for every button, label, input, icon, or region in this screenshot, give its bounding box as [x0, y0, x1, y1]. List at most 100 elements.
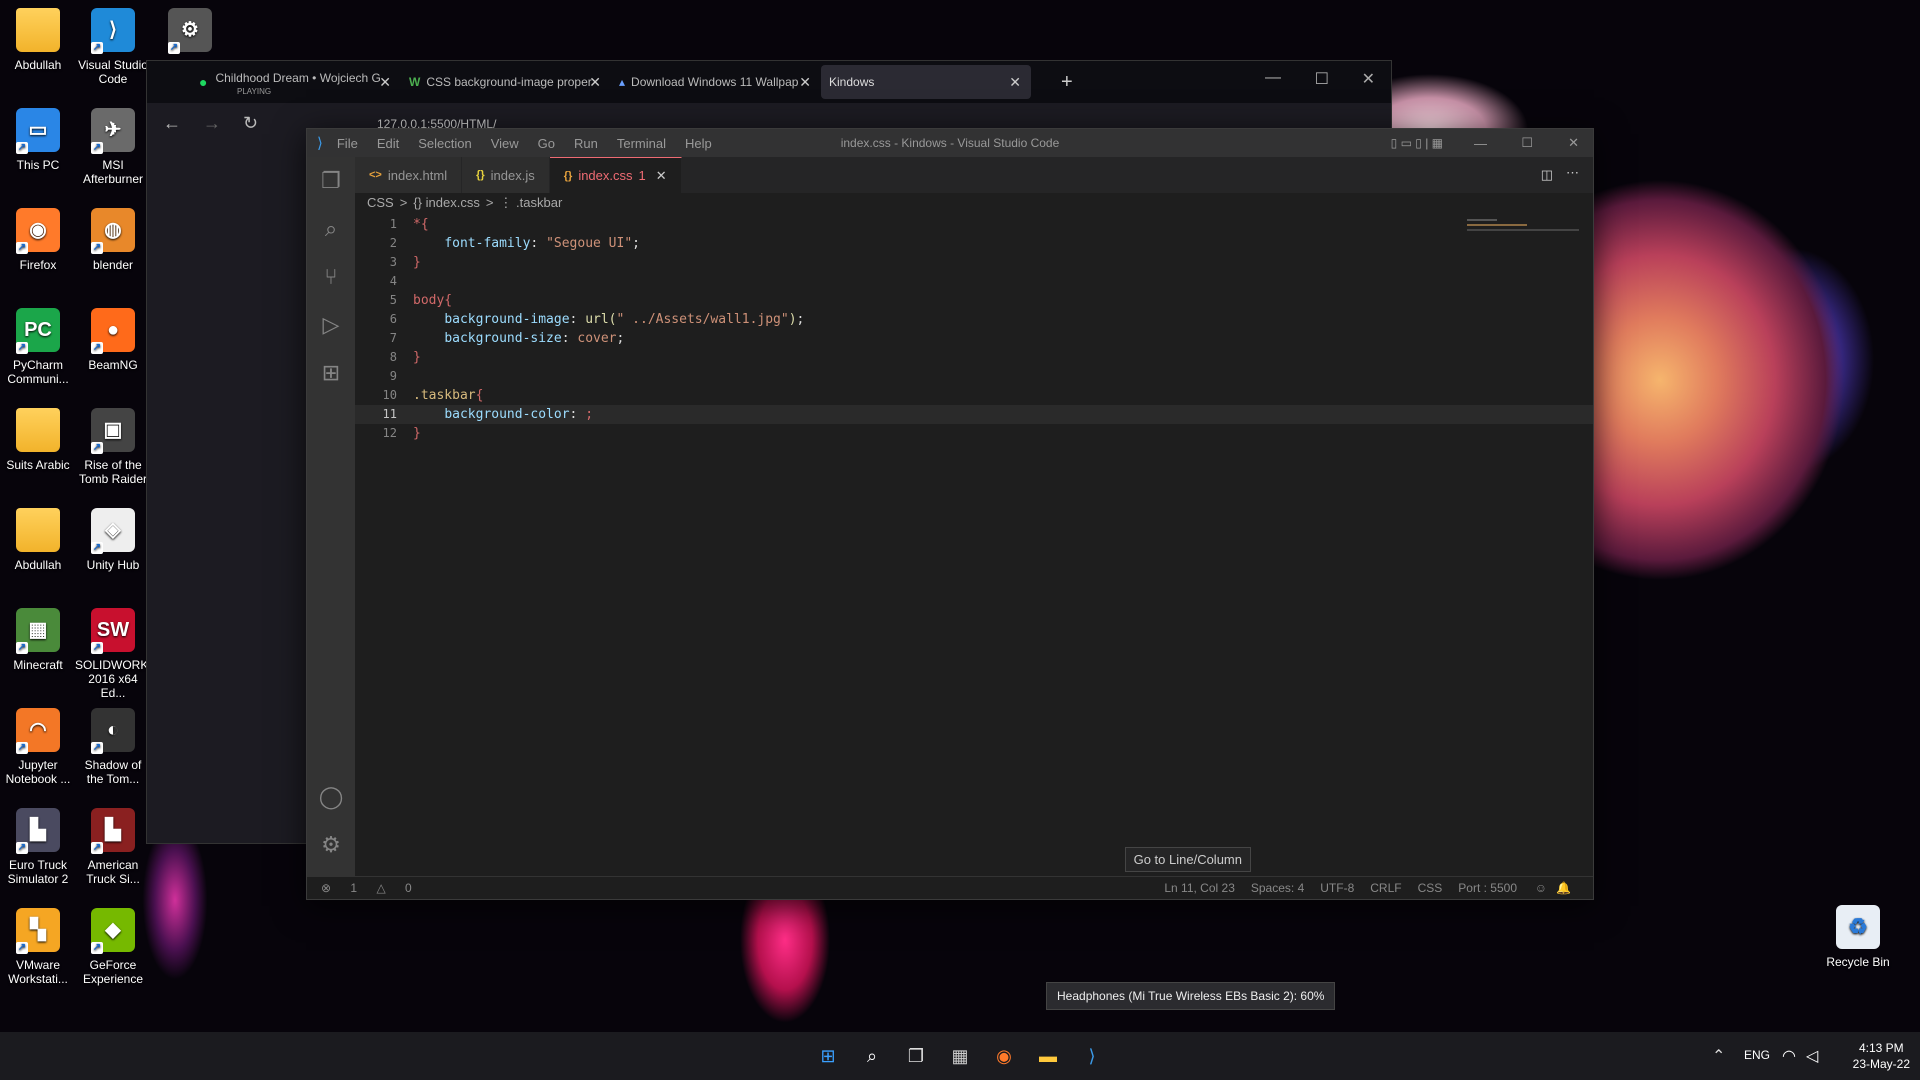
desktop-icon[interactable]: Abdullah — [0, 508, 76, 572]
desktop-icon[interactable]: ◉ ↗ Firefox — [0, 208, 76, 272]
desktop-icon[interactable]: ▣ ↗ Rise of the Tomb Raider — [75, 408, 151, 486]
desktop-icon[interactable]: ▭ ↗ This PC — [0, 108, 76, 172]
desktop-icon[interactable]: ▦ ↗ Minecraft — [0, 608, 76, 672]
minimap[interactable] — [1467, 219, 1579, 233]
calculator-icon[interactable]: ▦ — [946, 1042, 974, 1070]
tab-index-html[interactable]: <> index.html — [355, 157, 463, 193]
desktop-icon[interactable]: ◐ ↗ Shadow of the Tom... — [75, 708, 151, 786]
code-line[interactable]: 7 background-size: cover; — [355, 329, 1593, 348]
browser-tab-w3schools[interactable]: W CSS background-image proper ✕ — [401, 65, 611, 99]
code-line[interactable]: 8} — [355, 348, 1593, 367]
breadcrumb-item[interactable]: ⋮ .taskbar — [499, 195, 562, 210]
code-line[interactable]: 2 font-family: "Segoue UI"; — [355, 234, 1593, 253]
source-control-icon[interactable]: ⑂ — [307, 253, 355, 301]
code-line[interactable]: 3} — [355, 253, 1593, 272]
code-line[interactable]: 9 — [355, 367, 1593, 386]
desktop-icon[interactable]: ◠ ↗ Jupyter Notebook ... — [0, 708, 76, 786]
menu-item[interactable]: View — [491, 136, 519, 151]
chevron-up-icon[interactable]: ⌃ — [1712, 1046, 1725, 1066]
desktop-icon[interactable]: ▙ ↗ Euro Truck Simulator 2 — [0, 808, 76, 886]
menu-item[interactable]: File — [337, 136, 358, 151]
desktop-icon[interactable]: Abdullah — [0, 8, 76, 72]
close-icon[interactable]: ✕ — [1009, 74, 1021, 91]
desktop-icon[interactable]: Suits Arabic — [0, 408, 76, 472]
minimize-icon[interactable]: — — [1265, 69, 1281, 87]
desktop-icon[interactable]: ▙ ↗ American Truck Si... — [75, 808, 151, 886]
tab-index-js[interactable]: {} index.js — [462, 157, 550, 193]
code-line[interactable]: 4 — [355, 272, 1593, 291]
code-editor[interactable]: 1 *{2 font-family: "Segoue UI"; 3} 4 5 body{6… — [355, 215, 1593, 877]
recycle-bin[interactable]: ♻ Recycle Bin — [1820, 905, 1896, 969]
settings-gear-icon[interactable]: ⚙ — [307, 821, 355, 869]
reload-icon[interactable]: ↻ — [243, 113, 258, 134]
search-icon[interactable]: ⌕ — [307, 205, 355, 253]
code-line[interactable]: 11 background-color: ; — [355, 405, 1593, 424]
menu-item[interactable]: Go — [538, 136, 555, 151]
clock[interactable]: 4:13 PM 23-May-22 — [1853, 1040, 1910, 1072]
status-item[interactable]: Ln 11, Col 23 — [1164, 881, 1235, 895]
browser-tab-kindows[interactable]: Kindows ✕ — [821, 65, 1031, 99]
breadcrumb-item[interactable]: {} index.css — [413, 195, 480, 210]
run-debug-icon[interactable]: ▷ — [307, 301, 355, 349]
close-icon[interactable]: ✕ — [589, 74, 601, 91]
browser-tab-spotify[interactable]: ● Childhood Dream • Wojciech G PLAYING ✕ — [191, 65, 401, 99]
close-icon[interactable]: ✕ — [379, 74, 391, 91]
desktop-icon[interactable]: ✈ ↗ MSI Afterburner — [75, 108, 151, 186]
menu-item[interactable]: Edit — [377, 136, 399, 151]
close-icon[interactable]: ✕ — [799, 74, 811, 91]
desktop-icon[interactable]: ⚙ ↗ — [152, 8, 228, 58]
tab-index-css[interactable]: {} index.css 1 ✕ — [549, 157, 682, 193]
status-item[interactable]: CSS — [1418, 881, 1443, 895]
minimize-icon[interactable]: — — [1474, 136, 1487, 151]
menu-item[interactable]: Selection — [418, 136, 471, 151]
firefox-icon[interactable]: ◉ — [990, 1042, 1018, 1070]
bell-icon[interactable]: 🔔 — [1556, 881, 1571, 895]
menu-item[interactable]: Run — [574, 136, 598, 151]
search-icon[interactable]: ⌕ — [858, 1042, 886, 1070]
status-item[interactable]: Spaces: 4 — [1251, 881, 1304, 895]
desktop-icon[interactable]: ◍ ↗ blender — [75, 208, 151, 272]
menu-item[interactable]: Terminal — [617, 136, 666, 151]
split-editor-icon[interactable]: ◫ — [1541, 167, 1553, 183]
desktop-icon[interactable]: ◈ ↗ Unity Hub — [75, 508, 151, 572]
breadcrumb-item[interactable]: CSS — [367, 195, 394, 210]
menu-item[interactable]: Help — [685, 136, 712, 151]
status-item[interactable]: CRLF — [1370, 881, 1401, 895]
more-actions-icon[interactable]: ⋯ — [1566, 165, 1579, 181]
file-explorer-icon[interactable]: ▬ — [1034, 1042, 1062, 1070]
code-line[interactable]: 10 .taskbar{ — [355, 386, 1593, 405]
volume-icon[interactable]: ◁ — [1806, 1046, 1818, 1066]
desktop-icon[interactable]: ▚ ↗ VMware Workstati... — [0, 908, 76, 986]
status-item[interactable]: UTF-8 — [1320, 881, 1354, 895]
account-icon[interactable]: ◯ — [307, 773, 355, 821]
desktop-icon[interactable]: ◆ ↗ GeForce Experience — [75, 908, 151, 986]
feedback-icon[interactable]: ☺ — [1535, 881, 1547, 895]
desktop-icon[interactable]: SW ↗ SOLIDWORKS 2016 x64 Ed... — [75, 608, 156, 700]
maximize-icon[interactable]: ☐ — [1521, 135, 1533, 151]
close-icon[interactable]: ✕ — [1568, 135, 1579, 151]
vscode-icon[interactable]: ⟩ — [1078, 1042, 1106, 1070]
close-icon[interactable]: ✕ — [656, 168, 667, 184]
problems-indicator[interactable]: ⊗ 1 △ 0 — [321, 881, 428, 895]
task-view-icon[interactable]: ❐ — [902, 1042, 930, 1070]
desktop-icon[interactable]: ● ↗ BeamNG — [75, 308, 151, 372]
desktop-icon[interactable]: ⟩ ↗ Visual Studio Code — [75, 8, 151, 86]
language-indicator[interactable]: ENG — [1744, 1048, 1770, 1062]
code-line[interactable]: 5 body{ — [355, 291, 1593, 310]
code-line[interactable]: 6 background-image: url(" ../Assets/wall… — [355, 310, 1593, 329]
close-icon[interactable]: ✕ — [1362, 69, 1375, 89]
wifi-icon[interactable]: ◠ — [1782, 1046, 1796, 1066]
desktop-icon[interactable]: PC ↗ PyCharm Communi... — [0, 308, 76, 386]
browser-tab-wallpaper[interactable]: ▴ Download Windows 11 Wallpap ✕ — [611, 65, 821, 99]
start-icon[interactable]: ⊞ — [814, 1042, 842, 1070]
code-line[interactable]: 12} — [355, 424, 1593, 443]
layout-icons[interactable]: ▯ ▭ ▯ | ▦ — [1391, 136, 1443, 150]
extensions-icon[interactable]: ⊞ — [307, 349, 355, 397]
back-icon[interactable]: ← — [163, 113, 181, 134]
new-tab-button[interactable]: + — [1061, 71, 1073, 94]
status-item[interactable]: Port : 5500 — [1458, 881, 1517, 895]
maximize-icon[interactable]: ☐ — [1315, 69, 1329, 89]
explorer-icon[interactable]: ❐ — [307, 157, 355, 205]
forward-icon[interactable]: → — [203, 113, 221, 134]
code-line[interactable]: 1 *{ — [355, 215, 1593, 234]
